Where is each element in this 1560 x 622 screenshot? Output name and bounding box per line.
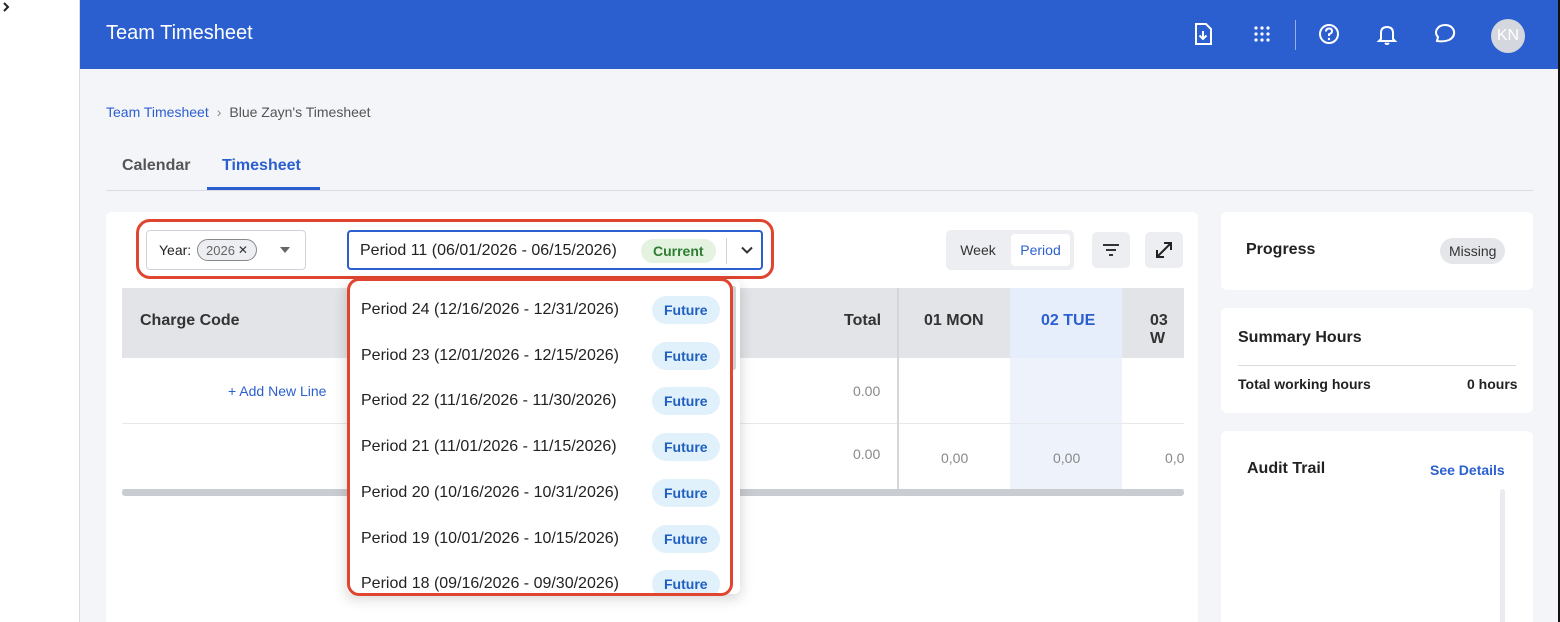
header-day-wed: 03 W (1150, 312, 1168, 347)
audit-scrollbar[interactable] (1500, 489, 1505, 622)
summary-row-value: 0 hours (1467, 376, 1518, 392)
export-file-icon (1195, 23, 1212, 45)
highlight-frame-dropdown (347, 278, 733, 596)
apps-button[interactable] (1249, 21, 1275, 47)
breadcrumb-separator: › (216, 104, 222, 120)
cell-wed: 0,0 (1165, 450, 1184, 466)
summary-title: Summary Hours (1238, 329, 1362, 346)
cell-tue: 0,00 (1053, 450, 1081, 466)
header-divider (1295, 20, 1296, 50)
expand-rail-button[interactable] (0, 0, 80, 622)
see-details-link[interactable]: See Details (1430, 462, 1505, 478)
cell-mon: 0,00 (941, 450, 969, 466)
view-tabs: Calendar Timesheet (106, 149, 1533, 191)
progress-status-badge: Missing (1440, 238, 1506, 264)
active-tab-indicator (207, 187, 320, 190)
filter-button[interactable] (1092, 232, 1130, 268)
progress-title: Progress (1246, 241, 1316, 258)
row-total: 0.00 (853, 383, 881, 399)
summary-card: Summary Hours Total working hours 0 hour… (1221, 308, 1533, 413)
tab-calendar[interactable]: Calendar (122, 157, 190, 175)
breadcrumb-current: Blue Zayn's Timesheet (229, 104, 371, 120)
row-total: 0.00 (853, 446, 881, 462)
header-day-tue: 02 TUE (1041, 312, 1096, 329)
chat-button[interactable] (1432, 21, 1458, 47)
filter-icon (1103, 244, 1119, 256)
header-day-mon: 01 MON (924, 312, 984, 329)
export-button[interactable] (1190, 21, 1216, 47)
expand-icon (1156, 242, 1172, 258)
breadcrumb-parent-link[interactable]: Team Timesheet (106, 104, 209, 120)
tab-timesheet[interactable]: Timesheet (222, 157, 301, 175)
chevron-right-icon (3, 2, 10, 12)
toggle-week[interactable]: Week (950, 234, 1006, 266)
help-button[interactable] (1316, 21, 1342, 47)
header-charge-code: Charge Code (140, 312, 240, 329)
add-new-line-link[interactable]: + Add New Line (228, 383, 326, 399)
app-title: Team Timesheet (106, 22, 253, 44)
help-icon (1319, 24, 1339, 44)
audit-title: Audit Trail (1247, 460, 1326, 477)
summary-divider (1238, 365, 1516, 366)
progress-card: Progress Missing (1221, 212, 1533, 290)
fullscreen-button[interactable] (1145, 232, 1183, 268)
bell-icon (1376, 25, 1398, 45)
summary-row-label: Total working hours (1238, 376, 1371, 392)
notifications-button[interactable] (1374, 21, 1400, 47)
chat-icon (1435, 23, 1456, 43)
highlight-frame-filters (136, 219, 774, 279)
frozen-column-divider (897, 288, 899, 493)
audit-trail-card: Audit Trail See Details (1221, 431, 1533, 622)
apps-grid-icon (1254, 26, 1270, 42)
header-total: Total (844, 312, 882, 329)
top-header: Team Timesheet KN (80, 0, 1558, 69)
user-avatar[interactable]: KN (1491, 19, 1525, 53)
breadcrumb: Team Timesheet › Blue Zayn's Timesheet (106, 104, 371, 120)
main-content: Team Timesheet › Blue Zayn's Timesheet Cal… (80, 69, 1558, 622)
toggle-period[interactable]: Period (1011, 234, 1070, 266)
view-toggle: Week Period (946, 230, 1074, 270)
